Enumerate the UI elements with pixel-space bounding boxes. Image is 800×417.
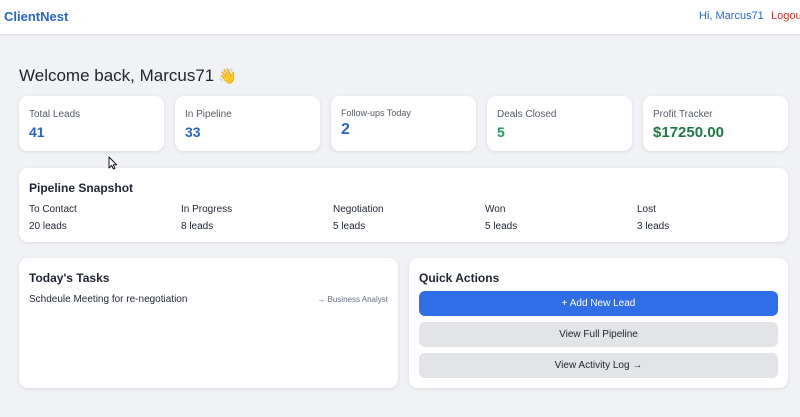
- stat-label: Total Leads: [29, 109, 81, 120]
- stat-label: Deals Closed: [497, 109, 557, 120]
- stat-value: $17250.00: [653, 124, 724, 141]
- stat-value: 41: [29, 124, 45, 140]
- welcome-text: Welcome back, Marcus71: [19, 66, 215, 85]
- task-item-role: → Business Analyst: [317, 295, 388, 304]
- quick-actions-card: Quick Actions + Add New Lead View Full P…: [409, 258, 788, 388]
- pipeline-stage-lost: Lost 3 leads: [637, 204, 669, 232]
- stat-value: 2: [341, 121, 350, 138]
- view-activity-log-button[interactable]: View Activity Log →: [419, 353, 778, 378]
- stage-count: 20 leads: [29, 221, 67, 232]
- todays-tasks-card: Today's Tasks Schdeule Meeting for re-ne…: [19, 258, 398, 388]
- stat-label: Follow-ups Today: [341, 108, 411, 118]
- stat-label: In Pipeline: [185, 109, 232, 120]
- pipeline-stage-negotiation: Negotiation 5 leads: [333, 204, 384, 232]
- view-full-pipeline-button[interactable]: View Full Pipeline: [419, 322, 778, 347]
- welcome-heading: Welcome back, Marcus71 👋: [19, 66, 237, 86]
- pipeline-title: Pipeline Snapshot: [29, 181, 134, 195]
- wave-emoji-icon: 👋: [218, 68, 237, 85]
- stage-name: To Contact: [29, 204, 77, 215]
- stat-value: 33: [185, 124, 201, 140]
- stat-card-follow-ups: Follow-ups Today 2: [331, 96, 476, 151]
- stat-value: 5: [497, 124, 505, 140]
- stat-label: Profit Tracker: [653, 109, 713, 120]
- stat-card-deals-closed: Deals Closed 5: [487, 96, 632, 151]
- top-navbar: ClientNest Hi, Marcus71 Logout: [0, 0, 800, 34]
- brand-logo[interactable]: ClientNest: [4, 9, 68, 24]
- tasks-title: Today's Tasks: [29, 271, 110, 285]
- quick-actions-title: Quick Actions: [419, 271, 500, 285]
- pipeline-snapshot-card: Pipeline Snapshot To Contact 20 leads In…: [19, 168, 788, 242]
- stage-name: Lost: [637, 204, 656, 215]
- stage-name: Won: [485, 204, 506, 215]
- stat-card-total-leads: Total Leads 41: [19, 96, 164, 151]
- task-item-name[interactable]: Schdeule Meeting for re-negotiation: [29, 294, 187, 305]
- stage-count: 5 leads: [485, 221, 518, 232]
- pipeline-stage-to-contact: To Contact 20 leads: [29, 204, 77, 232]
- pipeline-stage-in-progress: In Progress 8 leads: [181, 204, 232, 232]
- add-new-lead-button[interactable]: + Add New Lead: [419, 291, 778, 316]
- stat-card-in-pipeline: In Pipeline 33: [175, 96, 320, 151]
- stage-name: Negotiation: [333, 204, 384, 215]
- stat-card-profit-tracker: Profit Tracker $17250.00: [643, 96, 788, 151]
- stage-count: 8 leads: [181, 221, 214, 232]
- pipeline-stage-won: Won 5 leads: [485, 204, 517, 232]
- stage-count: 5 leads: [333, 221, 366, 232]
- mouse-cursor-icon: [108, 156, 118, 170]
- stage-count: 3 leads: [637, 221, 670, 232]
- user-greeting: Hi, Marcus71: [699, 10, 764, 22]
- logout-link[interactable]: Logout: [771, 10, 800, 22]
- stage-name: In Progress: [181, 204, 233, 215]
